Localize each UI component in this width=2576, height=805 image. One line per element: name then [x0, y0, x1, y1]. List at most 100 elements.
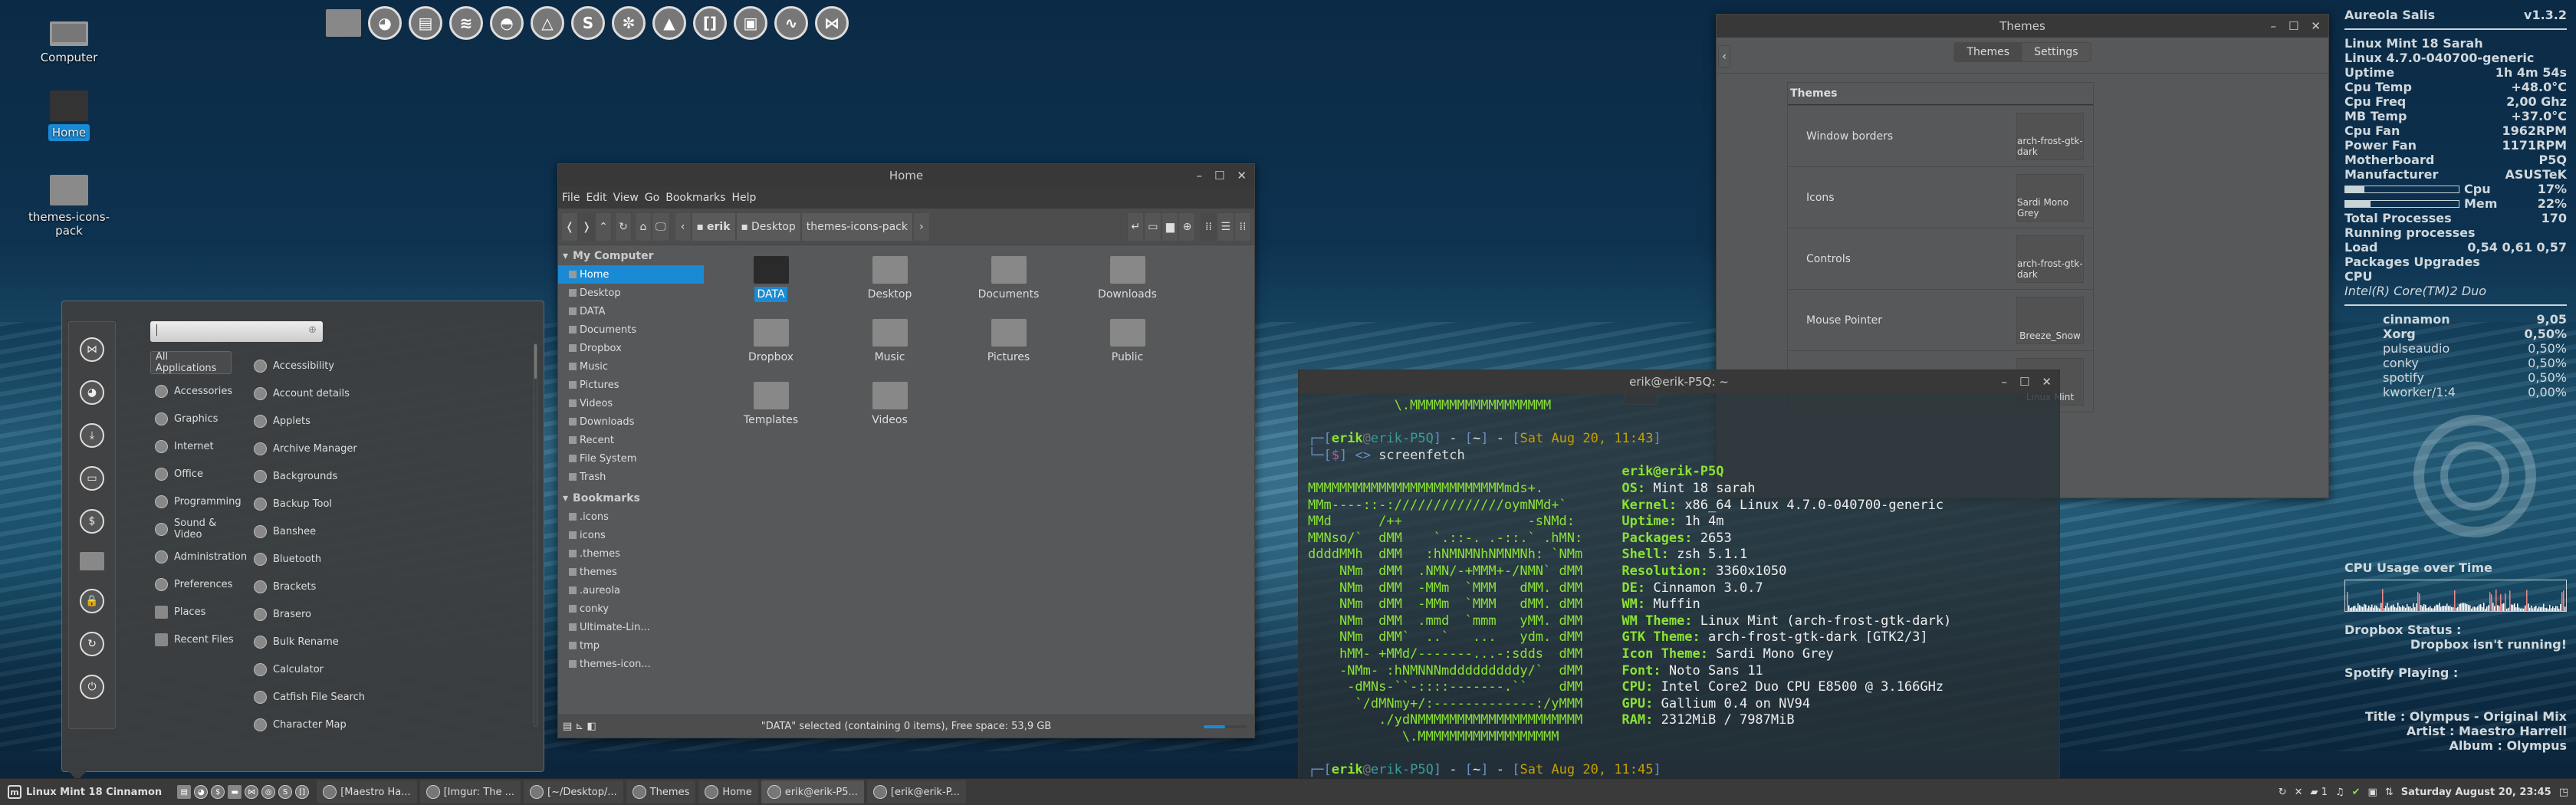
sidebar-item[interactable]: Recent	[558, 431, 704, 449]
notification-icon[interactable]: ▰ 1	[2311, 787, 2328, 798]
file-item[interactable]: Videos	[830, 382, 949, 426]
sublime-icon[interactable]: S	[571, 6, 605, 40]
bookmark-item[interactable]: Ultimate-Lin...	[558, 618, 704, 636]
image-viewer-icon[interactable]: ▣	[734, 6, 767, 40]
sidebar-item[interactable]: Documents	[558, 320, 704, 339]
sidebar-item[interactable]: Dropbox	[558, 339, 704, 357]
file-item[interactable]: Desktop	[830, 256, 949, 301]
spotify-icon[interactable]: ≋	[449, 6, 483, 40]
tab-themes[interactable]: Themes	[1954, 43, 2022, 61]
close-button[interactable]: ✕	[2042, 375, 2052, 389]
zoom-slider[interactable]	[1204, 724, 1247, 728]
theme-preview-button[interactable]: Sardi Mono Grey	[2016, 173, 2084, 222]
sidebar-item[interactable]: File System	[558, 449, 704, 468]
menu-app-item[interactable]: Accessibility	[254, 352, 484, 380]
desktop-icon[interactable]: Home	[23, 90, 115, 141]
file-manager-titlebar[interactable]: Home – ☐ ✕	[558, 164, 1254, 187]
menu-app-item[interactable]: Backgrounds	[254, 462, 484, 490]
sidebar-section-header[interactable]: ▾ Bookmarks	[558, 489, 704, 508]
menu-category[interactable]: All Applications	[150, 351, 232, 374]
menu-app-item[interactable]: Account details	[254, 380, 484, 407]
open-terminal-icon[interactable]: ▭	[1144, 212, 1162, 242]
system-monitor-icon[interactable]: ∿	[774, 6, 808, 40]
menu-button[interactable]: m Linux Mint 18 Cinnamon	[0, 785, 169, 799]
firefox-icon[interactable]: ◕	[80, 380, 104, 405]
breadcrumb-right-arrow[interactable]: ›	[912, 212, 930, 242]
sidebar-item[interactable]: Desktop	[558, 284, 704, 302]
aperture-icon[interactable]: ◎	[261, 785, 276, 799]
maximize-button[interactable]: ☐	[2288, 19, 2298, 33]
menu-app-item[interactable]: Calculator	[254, 656, 484, 683]
terminal-output[interactable]: \.MMMMMMMMMMMMMMMMMM ┌─[erik@erik-P5Q] -…	[1299, 393, 2059, 800]
menu-category[interactable]: Office	[150, 460, 242, 488]
sidebar-item[interactable]: Videos	[558, 394, 704, 412]
firefox-icon[interactable]: ◕	[194, 785, 209, 799]
bowtie-icon[interactable]: ⋈	[815, 6, 849, 40]
vlc-icon[interactable]: ▲	[652, 6, 686, 40]
bowtie-icon[interactable]: ⋈	[80, 337, 104, 362]
clock[interactable]: Saturday August 20, 23:45	[2401, 787, 2551, 798]
menu-category[interactable]: Preferences	[150, 570, 242, 598]
theme-preview-button[interactable]: arch-frost-gtk-dark	[2016, 235, 2084, 283]
workspace-icon[interactable]: ◳	[2559, 787, 2568, 798]
up-button[interactable]: ⌃	[595, 212, 612, 242]
logout-icon[interactable]: ↻	[80, 632, 104, 656]
bookmark-item[interactable]: themes	[558, 563, 704, 581]
reload-button[interactable]: ↻	[615, 212, 632, 242]
sidebar-section-header[interactable]: ▾ My Computer	[558, 247, 704, 265]
menu-app-item[interactable]: Banshee	[254, 518, 484, 545]
update-icon[interactable]: ↻	[2279, 787, 2287, 798]
document-viewer-icon[interactable]: ▤	[409, 6, 442, 40]
file-item[interactable]: Templates	[711, 382, 830, 426]
folder-icon[interactable]	[326, 9, 361, 37]
menu-app-item[interactable]: Brackets	[254, 573, 484, 600]
menu-help[interactable]: Help	[731, 192, 756, 204]
terminal-icon[interactable]: $	[211, 785, 225, 799]
desktop-icon[interactable]: themes-icons-pack	[23, 175, 115, 238]
menu-app-item[interactable]: Bluetooth	[254, 545, 484, 573]
minimize-button[interactable]: –	[2001, 375, 2007, 389]
menu-search-input[interactable]: ⊕	[150, 321, 323, 342]
bookmark-item[interactable]: .aureola	[558, 581, 704, 600]
window-button[interactable]: [Maestro Ha...	[317, 780, 417, 803]
file-item[interactable]: Public	[1068, 319, 1187, 363]
window-button[interactable]: [Imgur: The ...	[419, 780, 521, 803]
menu-view[interactable]: View	[613, 192, 639, 204]
file-item[interactable]: Downloads	[1068, 256, 1187, 301]
power-icon[interactable]: ⏻	[80, 675, 104, 699]
bookmark-item[interactable]: themes-icon...	[558, 655, 704, 673]
tab-settings[interactable]: Settings	[2022, 43, 2091, 61]
menu-file[interactable]: File	[562, 192, 580, 204]
menu-go[interactable]: Go	[645, 192, 659, 204]
terminal-titlebar[interactable]: erik@erik-P5Q: ~ – ☐ ✕	[1299, 370, 2059, 393]
close-button[interactable]: ✕	[1237, 169, 1247, 182]
computer-button[interactable]: 🖵	[652, 212, 670, 242]
download-icon[interactable]: ⤓	[80, 423, 104, 448]
maximize-button[interactable]: ☐	[1214, 169, 1224, 182]
sidebar-toggle-icon[interactable]: ▤ ⊾ ◧	[563, 721, 596, 732]
back-button[interactable]: ‹	[1718, 45, 1730, 68]
shield-icon[interactable]: ✔	[2352, 787, 2361, 798]
bookmark-item[interactable]: .themes	[558, 544, 704, 563]
menu-category[interactable]: Accessories	[150, 377, 242, 405]
file-item[interactable]: Pictures	[949, 319, 1068, 363]
minimize-button[interactable]: –	[1196, 169, 1202, 182]
firefox-icon[interactable]: ◕	[368, 6, 402, 40]
menu-category[interactable]: Recent Files	[150, 626, 242, 653]
toggle-location-icon[interactable]: ↵	[1127, 212, 1145, 242]
menu-category[interactable]: Internet	[150, 432, 242, 460]
icon-view-button[interactable]: ⁞⁞	[1200, 212, 1217, 242]
menu-category[interactable]: Sound & Video	[150, 515, 242, 543]
menu-app-item[interactable]: Catfish File Search	[254, 683, 484, 711]
menu-scrollbar[interactable]	[534, 343, 537, 727]
sidebar-item[interactable]: Music	[558, 357, 704, 376]
window-button[interactable]: [erik@erik-P...	[866, 780, 966, 803]
bookmark-item[interactable]: tmp	[558, 636, 704, 655]
brackets-icon[interactable]: []	[295, 785, 310, 799]
sidebar-item[interactable]: Downloads	[558, 412, 704, 431]
theme-preview-button[interactable]: Breeze_Snow	[2016, 296, 2084, 344]
home-button[interactable]: ⌂	[635, 212, 652, 242]
folder-icon[interactable]	[80, 552, 104, 570]
window-button[interactable]: [~/Desktop/...	[524, 780, 623, 803]
window-button[interactable]: erik@erik-P5...	[761, 780, 864, 803]
